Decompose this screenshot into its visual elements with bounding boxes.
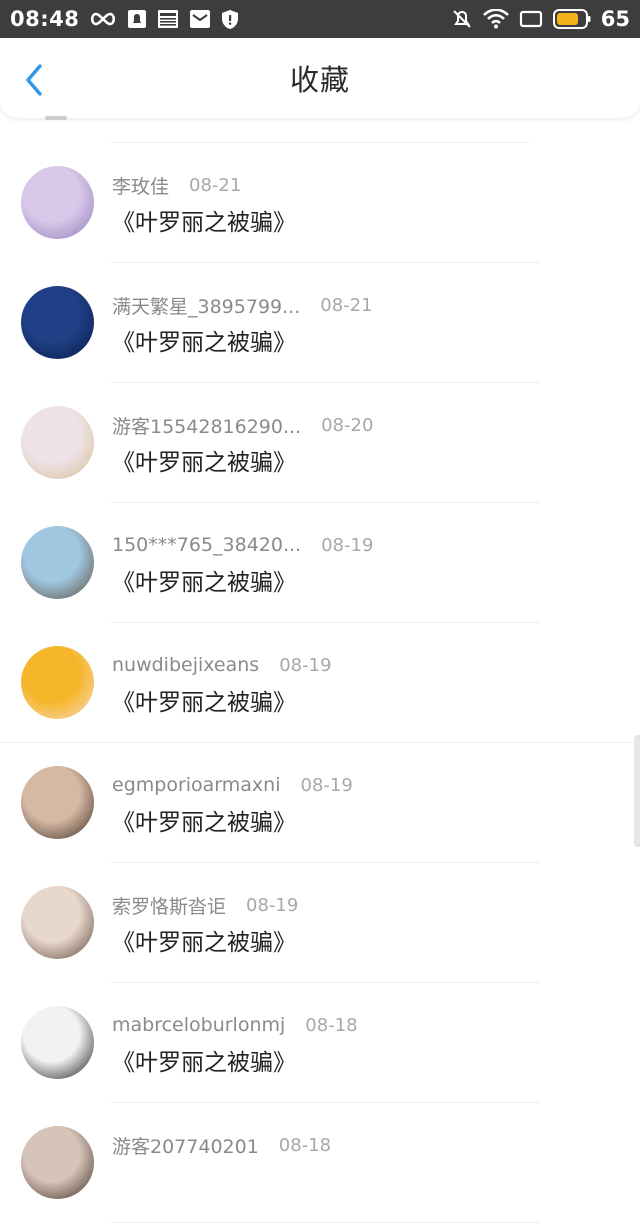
notification-icon (127, 9, 147, 29)
chevron-left-icon (26, 64, 42, 96)
status-time: 08:48 (10, 7, 80, 31)
item-meta: nuwdibejixeans 08-19 (112, 651, 332, 679)
avatar[interactable] (21, 406, 94, 479)
favorite-item[interactable]: 游客15542816290... 08-20 《叶罗丽之被骗》 (0, 383, 640, 503)
app-header: 收藏 (0, 38, 640, 118)
user-name[interactable]: 游客15542816290... (112, 412, 301, 439)
favorite-date: 08-21 (320, 294, 373, 316)
user-name[interactable]: 满天繁星_3895799... (112, 292, 300, 319)
favorite-date: 08-19 (279, 654, 332, 676)
favorite-item[interactable]: 150***765_38420... 08-19 《叶罗丽之被骗》 (0, 503, 640, 623)
favorite-item[interactable]: 李玫佳 08-21 《叶罗丽之被骗》 (0, 143, 640, 263)
book-title[interactable]: 《叶罗丽之被骗》 (112, 803, 296, 837)
favorite-date: 08-19 (321, 534, 374, 556)
favorite-item[interactable]: 索罗恪斯沓讵 08-19 《叶罗丽之被骗》 (0, 863, 640, 983)
item-meta: 李玫佳 08-21 (112, 171, 241, 199)
favorite-item[interactable]: 满天繁星_3895799... 08-21 《叶罗丽之被骗》 (0, 263, 640, 383)
news-icon (157, 9, 179, 29)
avatar[interactable] (21, 1126, 94, 1199)
avatar[interactable] (21, 1006, 94, 1079)
item-meta: 150***765_38420... 08-19 (112, 531, 373, 559)
back-button[interactable] (14, 58, 54, 102)
book-title[interactable]: 《叶罗丽之被骗》 (112, 923, 296, 957)
item-meta: 游客207740201 08-18 (112, 1131, 331, 1159)
book-title[interactable]: 《叶罗丽之被骗》 (112, 323, 296, 357)
status-bar-right: 65 (451, 7, 630, 31)
book-title[interactable]: 《叶罗丽之被骗》 (112, 563, 296, 597)
favorite-item[interactable]: mabrceloburlonmj 08-18 《叶罗丽之被骗》 (0, 983, 640, 1103)
avatar[interactable] (21, 646, 94, 719)
favorite-item[interactable]: 游客207740201 08-18 (0, 1103, 640, 1223)
status-bar-left: 08:48 (10, 7, 239, 31)
book-title[interactable]: 《叶罗丽之被骗》 (112, 1043, 296, 1077)
user-name[interactable]: egmporioarmaxni (112, 774, 281, 796)
mute-icon (451, 8, 473, 30)
status-bar: 08:48 65 (0, 0, 640, 38)
user-name[interactable]: mabrceloburlonmj (112, 1014, 285, 1036)
page-title: 收藏 (289, 63, 350, 97)
wifi-icon (482, 9, 509, 29)
shield-icon (221, 9, 239, 30)
loop-icon (89, 11, 117, 27)
item-meta: 游客15542816290... 08-20 (112, 411, 373, 439)
user-name[interactable]: nuwdibejixeans (112, 654, 259, 676)
avatar[interactable] (21, 886, 94, 959)
user-name[interactable]: 游客207740201 (112, 1132, 259, 1159)
favorites-list: 李玫佳 08-21 《叶罗丽之被骗》 满天繁星_3895799... 08-21… (0, 143, 640, 1223)
scroll-edge-indicator (634, 735, 640, 847)
book-title[interactable]: 《叶罗丽之被骗》 (112, 683, 296, 717)
item-meta: egmporioarmaxni 08-19 (112, 771, 353, 799)
favorite-date: 08-19 (300, 774, 353, 796)
user-name[interactable]: 李玫佳 (112, 172, 169, 199)
battery-level: 65 (600, 7, 630, 31)
screen-icon (519, 9, 543, 29)
avatar[interactable] (21, 766, 94, 839)
book-title[interactable]: 《叶罗丽之被骗》 (112, 203, 296, 237)
book-title[interactable]: 《叶罗丽之被骗》 (112, 443, 296, 477)
user-name[interactable]: 150***765_38420... (112, 534, 301, 556)
favorite-item[interactable]: nuwdibejixeans 08-19 《叶罗丽之被骗》 (0, 623, 640, 743)
avatar[interactable] (21, 526, 94, 599)
avatar[interactable] (21, 166, 94, 239)
favorite-date: 08-18 (305, 1014, 358, 1036)
mail-icon (189, 9, 211, 29)
avatar[interactable] (21, 286, 94, 359)
favorite-date: 08-21 (189, 174, 242, 196)
item-meta: mabrceloburlonmj 08-18 (112, 1011, 358, 1039)
favorite-date: 08-19 (246, 894, 299, 916)
favorite-date: 08-20 (321, 414, 374, 436)
item-meta: 满天繁星_3895799... 08-21 (112, 291, 373, 319)
partial-avatar-edge (45, 116, 67, 120)
item-meta: 索罗恪斯沓讵 08-19 (112, 891, 298, 919)
favorite-item[interactable]: egmporioarmaxni 08-19 《叶罗丽之被骗》 (0, 743, 640, 863)
battery-icon (552, 8, 591, 30)
user-name[interactable]: 索罗恪斯沓讵 (112, 892, 226, 919)
